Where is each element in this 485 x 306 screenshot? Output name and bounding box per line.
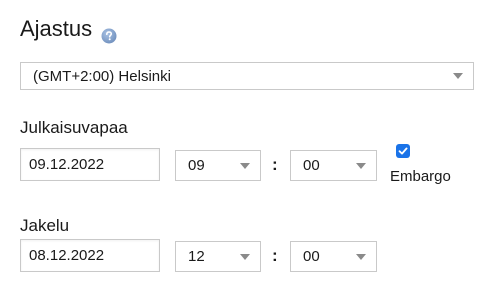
- embargo-checkbox[interactable]: [396, 144, 410, 158]
- distribution-label: Jakelu: [20, 216, 70, 235]
- time-separator: :: [272, 246, 278, 265]
- publish-minute-value: 00: [303, 157, 320, 174]
- chevron-down-icon: [356, 253, 366, 260]
- page-title: Ajastus: [20, 16, 93, 41]
- timezone-select-value: (GMT+2:00) Helsinki: [33, 67, 171, 85]
- chevron-down-icon: [453, 73, 463, 79]
- publish-hour-select[interactable]: 09: [175, 150, 261, 181]
- distribution-minute-value: 00: [303, 248, 320, 265]
- publish-label: Julkaisuvapaa: [20, 118, 128, 137]
- publish-date-value: 09.12.2022: [29, 156, 105, 173]
- distribution-date-value: 08.12.2022: [29, 247, 105, 264]
- distribution-date-input[interactable]: 08.12.2022: [20, 239, 160, 272]
- chevron-down-icon: [240, 253, 250, 260]
- publish-hour-value: 09: [188, 157, 205, 174]
- distribution-hour-select[interactable]: 12: [175, 241, 261, 272]
- chevron-down-icon: [356, 162, 366, 169]
- section-header: Ajastus: [20, 14, 117, 44]
- distribution-minute-select[interactable]: 00: [290, 241, 377, 272]
- distribution-hour-value: 12: [188, 248, 205, 265]
- time-separator: :: [272, 155, 278, 174]
- timezone-select[interactable]: (GMT+2:00) Helsinki: [20, 62, 474, 90]
- publish-date-input[interactable]: 09.12.2022: [20, 148, 160, 181]
- chevron-down-icon: [240, 162, 250, 169]
- publish-minute-select[interactable]: 00: [290, 150, 377, 181]
- embargo-label[interactable]: Embargo: [390, 168, 451, 185]
- question-circle-icon[interactable]: [101, 22, 117, 44]
- checkmark-icon: [398, 147, 408, 155]
